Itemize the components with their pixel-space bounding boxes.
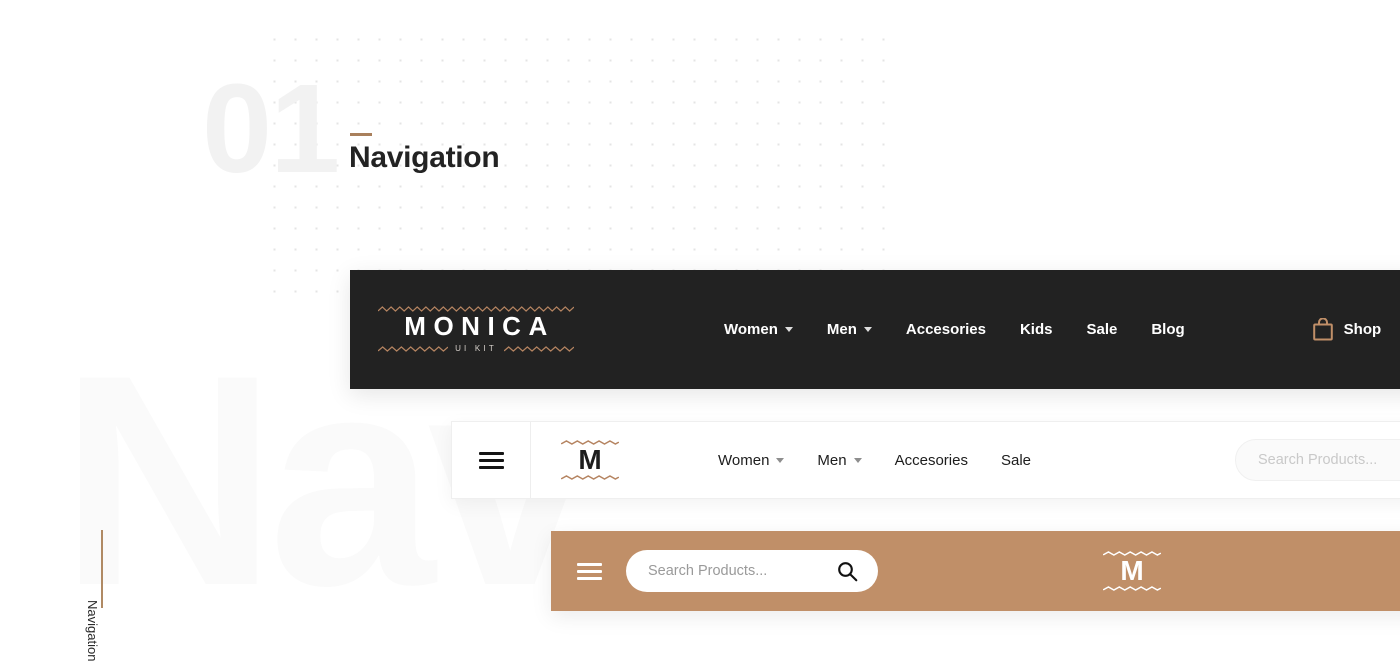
nav-item-accesories[interactable]: Accesories — [906, 321, 986, 338]
brand-letter: M — [578, 444, 602, 476]
zigzag-bottom-icon — [1103, 585, 1161, 591]
zigzag-left-icon — [378, 346, 449, 352]
side-vertical-label: Navigation — [85, 600, 100, 662]
nav-item-label: Blog — [1151, 321, 1185, 338]
nav-item-label: Accesories — [894, 451, 968, 469]
nav-item-label: Men — [826, 321, 857, 338]
chevron-down-icon — [776, 457, 785, 463]
search-input-light[interactable]: Search Products... — [1235, 439, 1400, 481]
shop-button[interactable]: Shop — [1312, 318, 1382, 341]
accent-dash — [350, 133, 372, 136]
search-icon[interactable] — [837, 561, 858, 582]
navbar-tan: Search Products... M — [551, 531, 1400, 611]
brand-logo-m-tan[interactable]: M — [1103, 551, 1161, 591]
navigation-showcase-canvas: Nav 01 Navigation Navigation MONICA UI K… — [0, 0, 1400, 669]
navbar-dark: MONICA UI KIT Women Men Accesories Kids … — [350, 270, 1400, 389]
menu-toggle-button-tan[interactable] — [577, 531, 602, 611]
nav-item-label: Women — [724, 321, 778, 338]
zigzag-right-icon — [503, 346, 574, 352]
nav-item-kids[interactable]: Kids — [1020, 321, 1053, 338]
search-input-tan[interactable]: Search Products... — [626, 550, 878, 592]
page-title: Navigation — [349, 141, 500, 174]
hamburger-icon — [577, 559, 602, 584]
nav-item-label: Men — [817, 451, 847, 469]
search-placeholder: Search Products... — [648, 563, 768, 579]
brand-name: MONICA — [404, 310, 555, 341]
side-accent-line — [101, 530, 103, 608]
nav-item-sale[interactable]: Sale — [1001, 452, 1031, 469]
search-placeholder: Search Products... — [1258, 452, 1378, 468]
nav-item-label: Sale — [1086, 321, 1118, 338]
nav-item-women[interactable]: Women — [724, 321, 793, 338]
shop-label: Shop — [1343, 321, 1382, 338]
nav-item-label: Accesories — [905, 321, 986, 338]
nav-item-label: Women — [718, 451, 770, 469]
nav-item-label: Kids — [1019, 321, 1053, 338]
hamburger-icon — [478, 448, 504, 473]
nav-item-men[interactable]: Men — [827, 321, 872, 338]
zigzag-bottom-icon — [561, 474, 619, 480]
brand-letter: M — [1120, 555, 1144, 587]
brand-subtitle: UI KIT — [455, 344, 497, 354]
brand-logo-monica[interactable]: MONICA UI KIT — [378, 305, 574, 354]
chevron-down-icon — [863, 327, 872, 332]
navbar-light: M Women Men Accesories Sale Search Produ… — [451, 421, 1400, 499]
navbar-dark-menu: Women Men Accesories Kids Sale Blog — [724, 321, 1185, 338]
nav-item-men[interactable]: Men — [817, 451, 862, 469]
shopping-bag-icon — [1312, 318, 1333, 341]
menu-toggle-button-light[interactable] — [452, 422, 531, 498]
nav-item-accesories[interactable]: Accesories — [895, 452, 968, 469]
nav-item-blog[interactable]: Blog — [1151, 321, 1184, 338]
chevron-down-icon — [853, 457, 862, 463]
chevron-down-icon — [784, 327, 793, 332]
section-number-watermark: 01 — [202, 58, 340, 199]
nav-item-sale[interactable]: Sale — [1086, 321, 1117, 338]
brand-logo-m-light[interactable]: M — [561, 440, 619, 480]
nav-item-label: Sale — [1000, 451, 1031, 469]
navbar-light-menu: Women Men Accesories Sale — [718, 452, 1031, 469]
nav-item-women[interactable]: Women — [718, 451, 785, 469]
